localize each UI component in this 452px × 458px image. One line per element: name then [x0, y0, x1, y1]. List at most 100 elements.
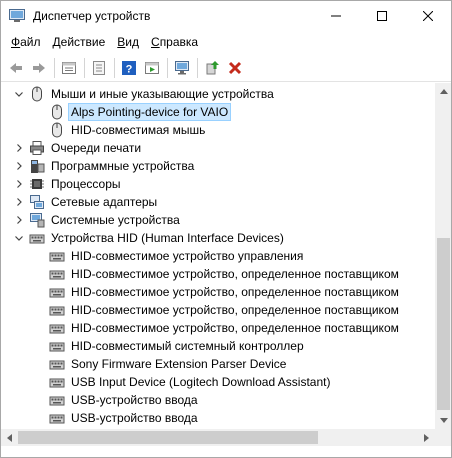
monitor-icon: [175, 60, 189, 74]
tree-device[interactable]: USB Input Device (Logitech Download Assi…: [49, 373, 332, 391]
forward-button[interactable]: [28, 57, 50, 79]
menu-help[interactable]: Справка: [145, 33, 204, 51]
chevron-right-icon[interactable]: [13, 175, 25, 193]
run-icon: [145, 61, 159, 74]
tree-item-label: Сетевые адаптеры: [51, 195, 158, 209]
vertical-scrollbar[interactable]: [435, 83, 451, 429]
hid-icon: [49, 410, 65, 426]
scan-hardware-button[interactable]: [171, 57, 193, 79]
scroll-down-button[interactable]: [435, 412, 451, 429]
toolbar: ?: [1, 54, 451, 82]
minimize-button[interactable]: [313, 1, 359, 31]
tree-item-label: Системные устройства: [51, 213, 180, 227]
maximize-icon: [377, 11, 387, 21]
chevron-down-icon[interactable]: [13, 85, 25, 103]
maximize-button[interactable]: [359, 1, 405, 31]
help-button[interactable]: ?: [118, 57, 140, 79]
tree-category[interactable]: Мыши и иные указывающие устройства: [15, 85, 276, 103]
hid-icon: [49, 338, 65, 354]
scroll-left-button[interactable]: [1, 429, 18, 446]
device-tree[interactable]: Мыши и иные указывающие устройства Alps P…: [1, 83, 435, 429]
forward-icon: [33, 62, 45, 73]
scroll-up-button[interactable]: [435, 83, 451, 100]
tree-item-label: Очереди печати: [51, 141, 142, 155]
hid-icon: [49, 266, 65, 282]
chevron-down-icon[interactable]: [13, 229, 25, 247]
tree-category[interactable]: Процессоры: [16, 175, 123, 193]
tree-item-label: HID-совместимый системный контроллер: [71, 339, 304, 353]
help-icon: ?: [122, 60, 136, 75]
menu-file[interactable]: Файл: [5, 33, 47, 51]
tree-category[interactable]: Системные устройства: [16, 211, 182, 229]
tree-device[interactable]: USB-устройство ввода: [49, 409, 200, 427]
hid-icon: [49, 248, 65, 264]
grid-button[interactable]: [88, 57, 110, 79]
tree-item-label: HID-совместимая мышь: [71, 123, 206, 137]
scroll-up-icon: [439, 89, 448, 94]
close-icon: [423, 11, 433, 21]
remove-device-button[interactable]: [224, 57, 246, 79]
hid-icon: [49, 392, 65, 408]
remove-device-icon: [228, 61, 242, 74]
tree-item-label: HID-совместимое устройство, определенное…: [71, 267, 399, 281]
scroll-down-icon: [439, 418, 448, 423]
hid-icon: [49, 320, 65, 336]
grid-icon: [93, 60, 105, 75]
tree-device[interactable]: HID-совместимое устройство, определенное…: [49, 319, 401, 337]
tree-device[interactable]: HID-совместимая мышь: [49, 121, 207, 139]
mouse-icon: [49, 122, 65, 138]
svg-text:?: ?: [126, 63, 133, 75]
update-driver-icon: [206, 60, 219, 74]
scroll-right-button[interactable]: [418, 429, 435, 446]
chevron-right-icon[interactable]: [13, 211, 25, 229]
chevron-right-icon[interactable]: [13, 157, 25, 175]
back-icon: [10, 62, 22, 73]
title-bar: Диспетчер устройств: [1, 1, 451, 31]
run-button[interactable]: [141, 57, 163, 79]
tree-item-label: Sony Firmware Extension Parser Device: [71, 357, 287, 371]
chevron-right-icon[interactable]: [13, 193, 25, 211]
tree-device[interactable]: HID-совместимое устройство, определенное…: [49, 301, 401, 319]
tree-device[interactable]: HID-совместимое устройство, определенное…: [49, 283, 401, 301]
back-button[interactable]: [5, 57, 27, 79]
tree-item-label: Программные устройства: [51, 159, 195, 173]
properties-button[interactable]: [58, 57, 80, 79]
tree-category[interactable]: Устройства HID (Human Interface Devices): [15, 229, 286, 247]
software-device-icon: [29, 158, 45, 174]
menu-bar: Файл Действие Вид Справка: [1, 32, 451, 52]
scroll-left-icon: [7, 433, 12, 442]
tree-item-label: HID-совместимое устройство, определенное…: [71, 285, 399, 299]
hid-icon: [49, 284, 65, 300]
tree-item-label: HID-совместимое устройство управления: [71, 249, 304, 263]
hid-icon: [49, 374, 65, 390]
tree-device[interactable]: USB-устройство ввода: [49, 391, 200, 409]
tree-item-label: USB-устройство ввода: [71, 393, 198, 407]
menu-view[interactable]: Вид: [111, 33, 145, 51]
horizontal-scroll-thumb[interactable]: [18, 431, 318, 444]
tree-category[interactable]: Программные устройства: [16, 157, 196, 175]
tree-item-label: Устройства HID (Human Interface Devices): [51, 231, 284, 245]
mouse-icon: [49, 104, 65, 120]
close-button[interactable]: [405, 1, 451, 31]
tree-device[interactable]: HID-совместимое устройство управления: [49, 247, 305, 265]
vertical-scroll-thumb[interactable]: [437, 238, 450, 410]
tree-device[interactable]: Sony Firmware Extension Parser Device: [49, 355, 288, 373]
update-driver-button[interactable]: [201, 57, 223, 79]
system-device-icon: [29, 212, 45, 228]
tree-category[interactable]: Очереди печати: [16, 139, 143, 157]
toolbar-separator: [54, 57, 55, 78]
tree-category[interactable]: Сетевые адаптеры: [16, 193, 159, 211]
toolbar-separator: [167, 57, 168, 78]
tree-item-label: HID-совместимое устройство, определенное…: [71, 321, 399, 335]
tree-device[interactable]: HID-совместимое устройство, определенное…: [49, 265, 401, 283]
horizontal-scrollbar[interactable]: [1, 429, 435, 446]
scroll-right-icon: [424, 433, 429, 442]
tree-item-label: Alps Pointing-device for VAIO: [67, 103, 232, 121]
chevron-right-icon[interactable]: [13, 139, 25, 157]
menu-action[interactable]: Действие: [47, 33, 112, 51]
window-title: Диспетчер устройств: [33, 9, 151, 23]
device-manager-window: Диспетчер устройств Файл Действие Вид Сп…: [0, 0, 452, 458]
device-manager-icon: [9, 9, 25, 23]
tree-device[interactable]: HID-совместимый системный контроллер: [49, 337, 306, 355]
tree-device[interactable]: Alps Pointing-device for VAIO: [49, 103, 232, 121]
